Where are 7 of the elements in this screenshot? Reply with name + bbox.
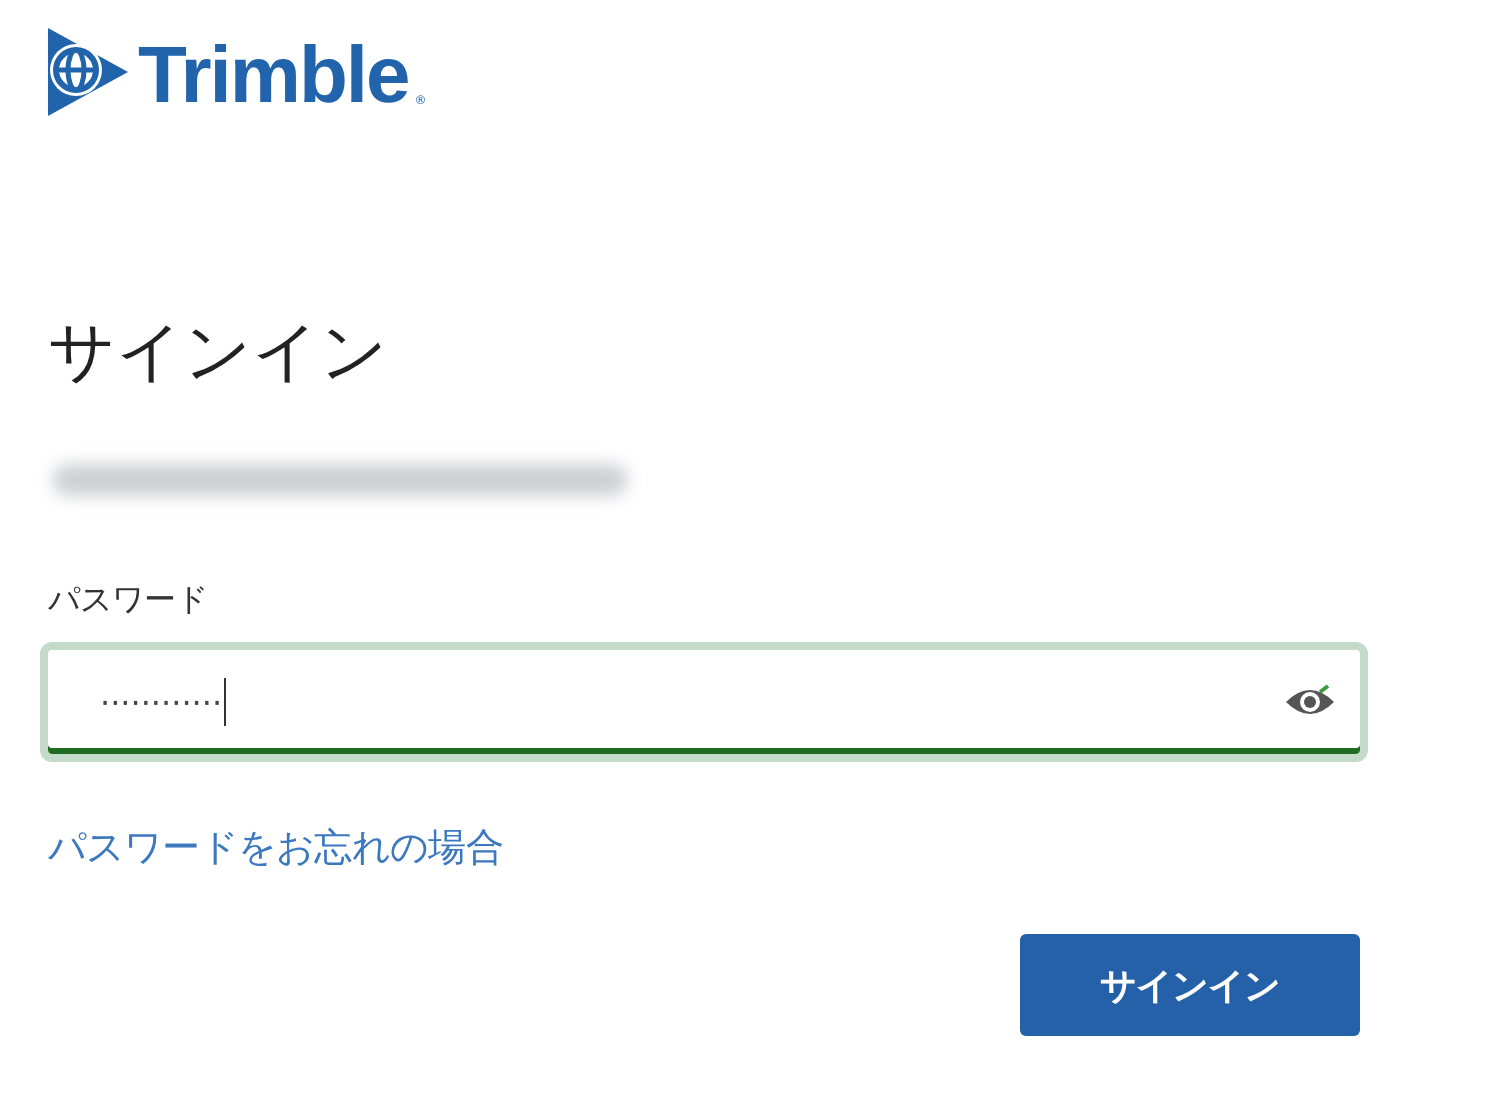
logo-text: Trimble [138, 36, 409, 116]
page-heading: サインイン [48, 312, 390, 392]
password-label: パスワード [48, 580, 208, 622]
forgot-password-link[interactable]: パスワードをお忘れの場合 [48, 822, 504, 874]
sign-in-button[interactable]: サインイン [1020, 934, 1360, 1036]
eye-icon[interactable] [1284, 684, 1336, 720]
password-field[interactable]: ············ [40, 642, 1368, 762]
